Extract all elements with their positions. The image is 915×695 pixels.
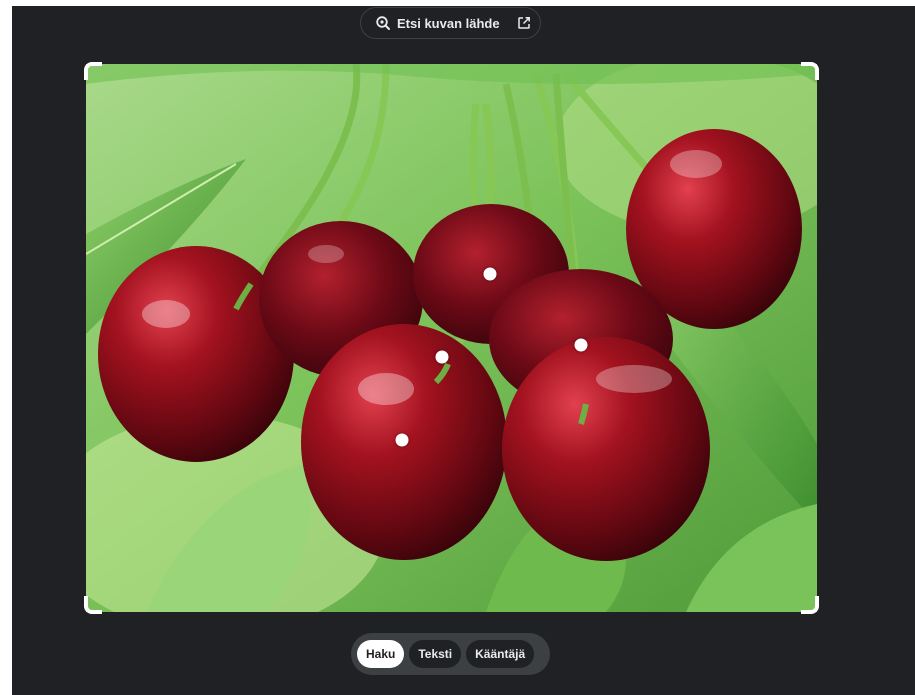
search-image[interactable] — [86, 64, 817, 612]
tab-text[interactable]: Teksti — [409, 640, 462, 668]
object-marker-dot[interactable] — [483, 267, 497, 281]
object-marker-dot[interactable] — [435, 350, 449, 364]
crop-handle-bottom-left[interactable] — [84, 596, 102, 614]
crop-handle-bottom-right[interactable] — [801, 596, 819, 614]
find-image-source-label: Etsi kuvan lähde — [397, 15, 500, 31]
crop-handle-top-left[interactable] — [84, 62, 102, 80]
mode-tab-bar: Haku Teksti Kääntäjä — [351, 633, 550, 675]
find-image-source-button[interactable]: Etsi kuvan lähde — [360, 7, 541, 39]
lens-search-icon — [375, 15, 391, 31]
cherries-photo — [86, 64, 817, 612]
crop-handle-top-right[interactable] — [801, 62, 819, 80]
object-marker-dot[interactable] — [395, 433, 409, 447]
object-marker-dot[interactable] — [574, 338, 588, 352]
tab-search[interactable]: Haku — [357, 640, 405, 668]
open-in-new-icon[interactable] — [517, 16, 531, 30]
tab-translate[interactable]: Kääntäjä — [466, 640, 535, 668]
